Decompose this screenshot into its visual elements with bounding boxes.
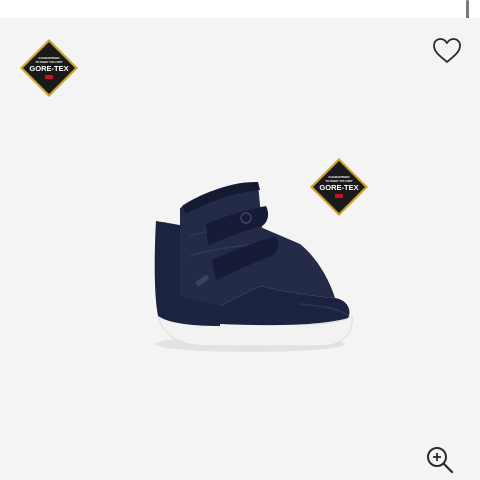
top-bar — [0, 0, 480, 18]
kids-winter-boot-image[interactable] — [150, 166, 356, 366]
product-gallery: GUARANTEED TO KEEP YOU DRY GORE-TEX GUAR… — [0, 18, 480, 480]
heart-outline-icon[interactable] — [432, 37, 462, 65]
gore-tex-badge-icon: GUARANTEED TO KEEP YOU DRY GORE-TEX — [20, 39, 78, 97]
badge-brand: GORE-TEX — [29, 64, 68, 73]
zoom-in-icon[interactable] — [425, 445, 455, 475]
